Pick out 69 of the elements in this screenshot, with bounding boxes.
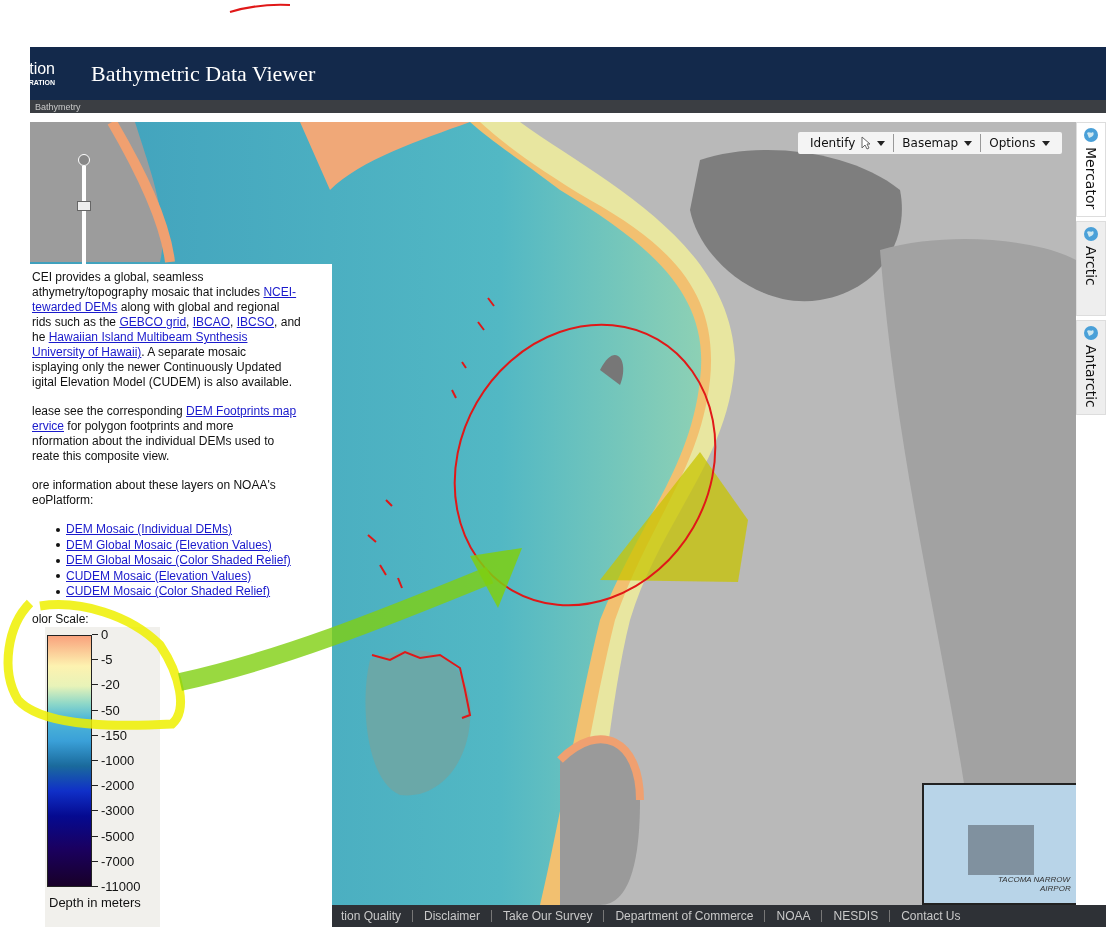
caret-icon [877,140,886,146]
projection-tab[interactable]: Arctic [1076,221,1106,316]
paragraph-text: lease see the corresponding [32,404,184,418]
projection-tab[interactable]: Mercator [1076,122,1106,217]
layer-link[interactable]: CUDEM Mosaic (Color Shaded Relief) [66,584,271,600]
scale-tick-label: -7000 [101,853,135,869]
paragraph-text: eoPlatform: [32,493,94,507]
globe-icon [1083,226,1099,242]
footer-link[interactable]: NOAA [765,909,822,923]
scale-tick-label: -5000 [101,828,135,844]
paragraph-text: for polygon footprints and more [66,419,234,433]
paragraph-text: isplaying only the newer Continuously Updated [32,360,282,374]
footer-link[interactable]: Contact Us [890,909,972,923]
globe-icon [1083,325,1099,341]
scale-tick-label: -2000 [101,778,135,794]
text-link[interactable]: Hawaiian Island Multibeam Synthesis [48,330,248,344]
scale-tick-label: -150 [101,727,128,743]
globe-icon [1083,127,1099,143]
paragraph-text: CEI provides a global, seamless [32,270,204,284]
scribble-annotation [229,3,291,13]
layer-link[interactable]: DEM Global Mosaic (Color Shaded Relief) [66,553,291,569]
scale-tick-label: -11000 [101,878,141,894]
map-label: AIRPOR [1040,884,1071,893]
layer-link[interactable]: DEM Mosaic (Individual DEMs) [66,522,233,538]
paragraph-text: igital Elevation Model (CUDEM) is also available. [32,375,293,389]
zoom-slider-thumb[interactable] [77,201,91,212]
text-link[interactable]: ervice [32,419,64,433]
footer-link[interactable]: Disclaimer [413,909,492,923]
overview-map[interactable]: TACOMA NARROW AIRPOR [922,783,1076,905]
scale-tick-label: -5 [101,652,113,668]
identify-button[interactable]: Identify [802,132,894,154]
paragraph-text: athymetry/topography mosaic that includes [32,285,262,299]
menu-button[interactable]: Options [981,132,1058,154]
text-link[interactable]: tewarded DEMs [32,300,118,314]
menu-button[interactable]: Basemap [894,132,981,154]
app-title: Bathymetric Data Viewer [91,60,316,87]
scale-caption: Depth in meters [48,894,142,911]
paragraph-text: , [230,315,235,329]
paragraph-text: . A separate mosaic [141,345,247,359]
paragraph-text: reate this composite view. [32,449,170,463]
breadcrumb-text: Bathymetry [35,101,81,112]
footer-link[interactable]: tion Quality [330,909,413,923]
scale-tick-label: -1000 [101,752,135,768]
paragraph-text: along with global and regional [119,300,280,314]
footer-link[interactable]: Take Our Survey [492,909,604,923]
text-link[interactable]: NCEI- [263,285,297,299]
paragraph-text: , [186,315,191,329]
scale-tick-label: 0 [101,627,109,642]
projection-tab[interactable]: Antarctic [1076,320,1106,415]
cursor-icon [861,136,872,150]
zoom-slider[interactable] [77,154,91,264]
paragraph-text: he [32,330,47,344]
footer-link[interactable]: Department of Commerce [604,909,765,923]
scale-tick-label: -20 [101,677,120,693]
color-scale-title: olor Scale: [31,611,90,627]
caret-icon [1041,140,1050,146]
scale-tick-label: -50 [101,702,120,718]
layer-link[interactable]: DEM Global Mosaic (Elevation Values) [66,537,272,553]
map-label: TACOMA NARROW [998,875,1070,884]
paragraph-text: rids such as the [32,315,118,329]
logo-text: tion [29,60,55,78]
paragraph-text: , and [274,315,301,329]
paragraph-text: nformation about the individual DEMs used to [32,434,275,448]
layer-link[interactable]: CUDEM Mosaic (Elevation Values) [66,568,252,584]
footer-link[interactable]: NESDIS [822,909,890,923]
text-link[interactable]: DEM Footprints map [186,404,297,418]
scale-tick-label: -3000 [101,803,135,819]
caret-icon [964,140,973,146]
paragraph-text: ore information about these layers on NOAA's [32,478,276,492]
